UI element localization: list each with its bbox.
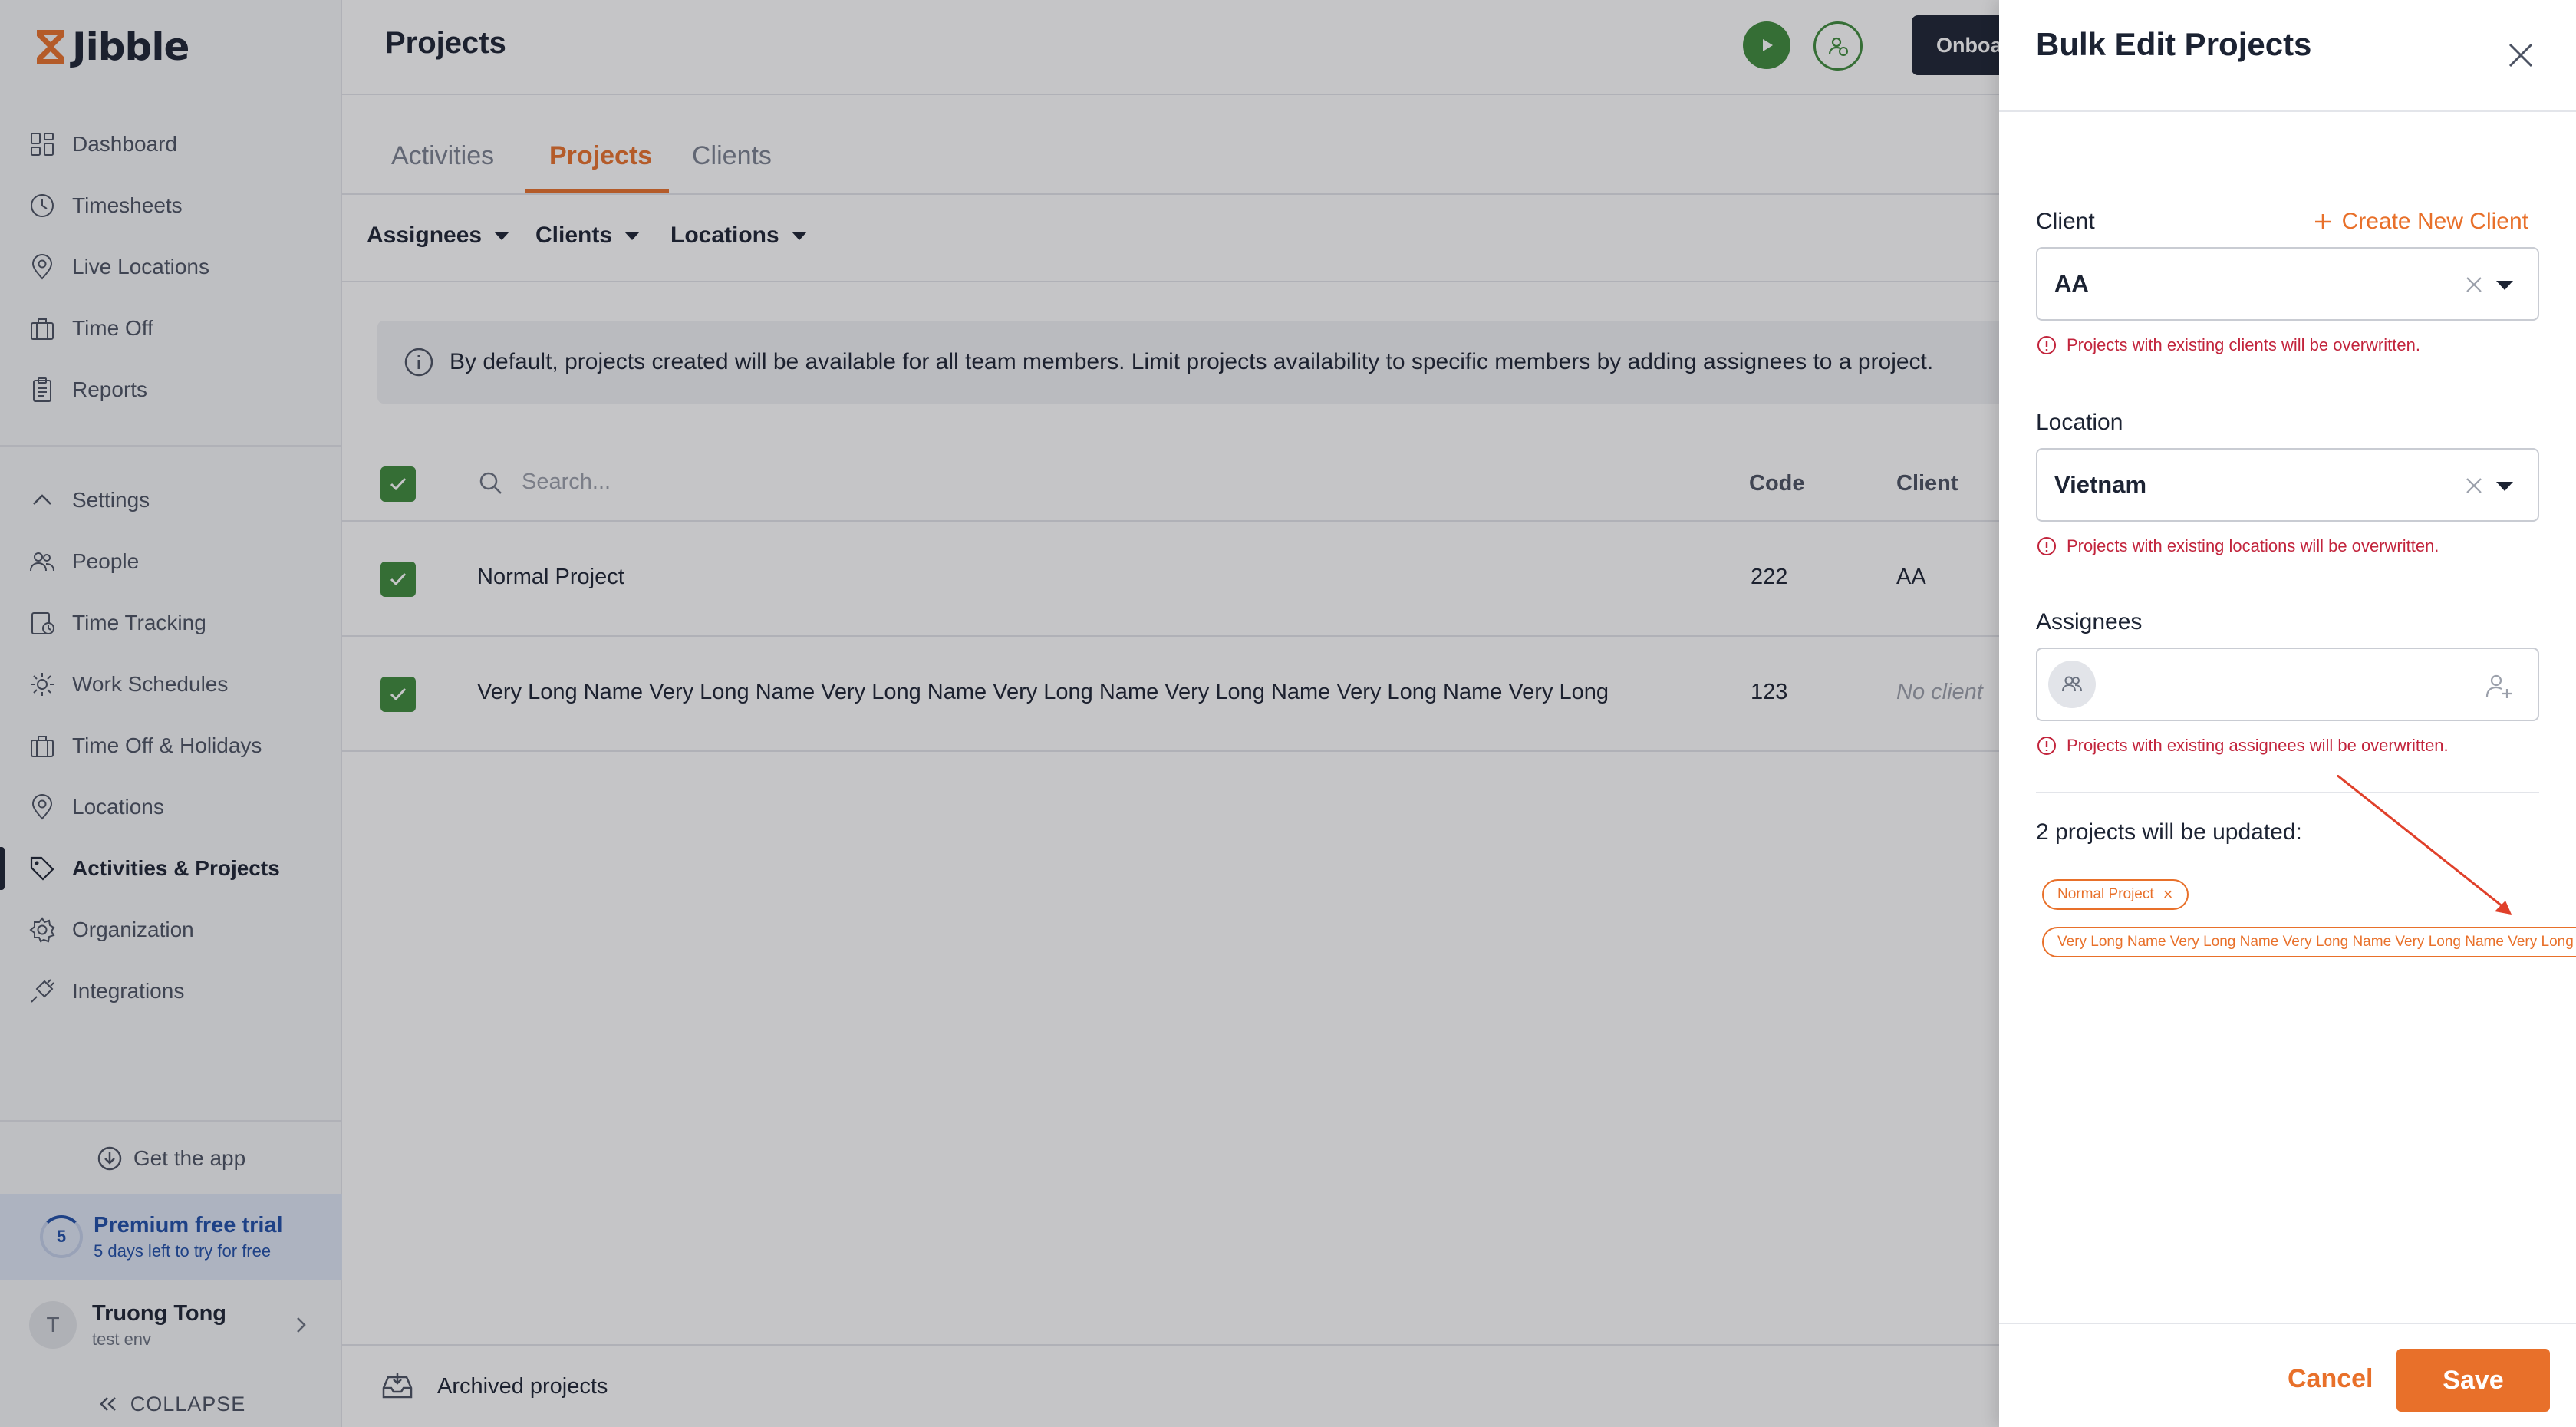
project-chip[interactable]: Very Long Name Very Long Name Very Long …	[2042, 927, 2576, 957]
save-button[interactable]: Save	[2396, 1349, 2550, 1412]
warning-text: Projects with existing locations will be…	[2067, 536, 2439, 555]
annotation-arrow	[2337, 775, 2512, 915]
bulk-edit-drawer: Bulk Edit Projects Client Create New Cli…	[1999, 0, 2576, 1427]
client-value: AA	[2054, 270, 2089, 297]
people-icon	[2062, 676, 2082, 692]
client-warning: Projects with existing clients will be o…	[2036, 335, 2420, 356]
error-icon	[2037, 336, 2056, 354]
caret-down-icon[interactable]	[2496, 482, 2513, 491]
warning-text: Projects with existing clients will be o…	[2067, 335, 2420, 354]
create-new-client-button[interactable]: Create New Client	[2313, 209, 2528, 235]
assignees-label: Assignees	[2036, 609, 2143, 634]
cancel-button[interactable]: Cancel	[2288, 1364, 2373, 1394]
assignees-field[interactable]	[2036, 648, 2539, 721]
location-label: Location	[2036, 410, 2123, 435]
client-label: Client	[2036, 209, 2095, 234]
warning-text: Projects with existing assignees will be…	[2067, 736, 2449, 755]
chip-label: Normal Project	[2057, 886, 2154, 902]
create-client-label: Create New Client	[2341, 209, 2528, 234]
remove-chip-icon[interactable]: ×	[2163, 886, 2173, 903]
assignee-placeholder-avatar	[2048, 661, 2096, 708]
close-icon[interactable]	[2504, 38, 2538, 72]
clear-icon[interactable]	[2464, 275, 2484, 295]
caret-down-icon[interactable]	[2496, 281, 2513, 290]
location-select[interactable]: Vietnam	[2036, 448, 2539, 522]
add-user-icon[interactable]	[2484, 671, 2515, 701]
chip-label: Very Long Name Very Long Name Very Long …	[2057, 934, 2576, 950]
error-icon	[2037, 737, 2056, 755]
location-value: Vietnam	[2054, 471, 2147, 498]
project-chip[interactable]: Normal Project ×	[2042, 879, 2189, 910]
client-select[interactable]: AA	[2036, 247, 2539, 321]
error-icon	[2037, 537, 2056, 555]
plus-icon	[2314, 214, 2331, 229]
modal-overlay[interactable]	[0, 0, 1999, 1427]
location-warning: Projects with existing locations will be…	[2036, 536, 2439, 557]
drawer-header: Bulk Edit Projects	[1999, 0, 2576, 112]
assignees-warning: Projects with existing assignees will be…	[2036, 735, 2449, 756]
clear-icon[interactable]	[2464, 476, 2484, 496]
drawer-title: Bulk Edit Projects	[2036, 26, 2312, 62]
drawer-footer: Cancel Save	[1999, 1323, 2576, 1427]
update-count-text: 2 projects will be updated:	[2036, 819, 2302, 845]
